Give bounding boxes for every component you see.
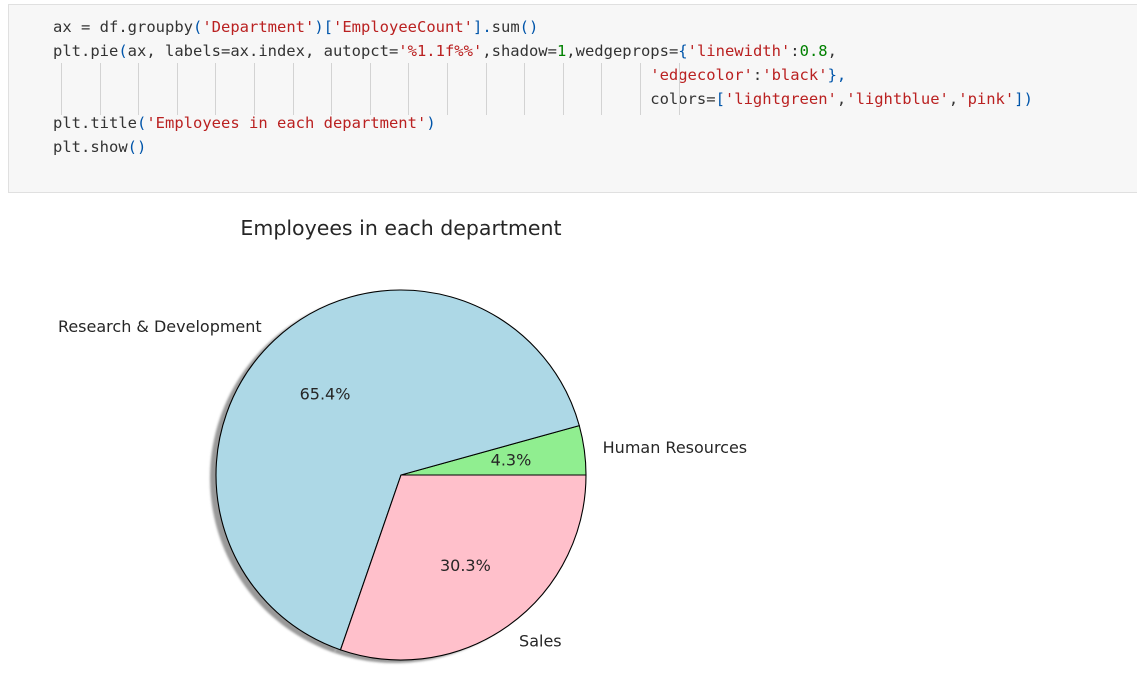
pie-percent-label: 30.3%	[440, 556, 491, 575]
indent-guide	[485, 63, 487, 115]
indent-guide	[138, 63, 140, 115]
code-editor[interactable]: ax = df.groupby('Department')['EmployeeC…	[53, 15, 1033, 159]
code-token: ,shadow=	[482, 42, 557, 60]
code-token: '%1.1f%%'	[398, 42, 483, 60]
chart-title: Employees in each department	[240, 216, 561, 240]
code-line: ax = df.groupby('Department')['EmployeeC…	[53, 15, 1033, 39]
code-line: plt.show()	[53, 135, 1033, 159]
code-token: df.groupby	[99, 18, 193, 36]
indent-guide	[215, 63, 217, 115]
code-token: 'linewidth'	[687, 42, 791, 60]
code-token: 'lightgreen'	[724, 90, 837, 108]
code-token: {	[678, 42, 688, 60]
indent-guide	[447, 63, 448, 115]
code-token: ].	[472, 18, 492, 36]
code-token: =	[81, 18, 100, 36]
code-line: plt.pie(ax, labels=ax.index, autopct='%1…	[53, 39, 1033, 63]
output-area: Employees in each department 4.3% Human R…	[0, 193, 1137, 675]
code-token: (	[193, 18, 203, 36]
code-token: plt.pie	[53, 42, 119, 60]
code-token: [	[715, 90, 725, 108]
indent-guide	[254, 63, 255, 115]
code-token: 'EmployeeCount'	[333, 18, 473, 36]
code-token: (	[118, 42, 128, 60]
code-token: ()	[519, 18, 539, 36]
indent-guide	[176, 63, 178, 115]
indent-guide	[292, 63, 294, 115]
code-token: 'black'	[762, 66, 828, 84]
indent-guide	[562, 63, 564, 115]
code-token: ax	[53, 18, 81, 36]
code-token: ax, labels=ax.index, autopct=	[127, 42, 399, 60]
code-token: ,	[836, 90, 847, 108]
code-token: 'lightblue'	[846, 90, 949, 108]
code-line: 'edgecolor':'black'},	[53, 63, 1033, 87]
code-token: plt.title	[53, 114, 137, 132]
pie-category-label: Sales	[519, 631, 562, 650]
code-cell[interactable]: ax = df.groupby('Department')['EmployeeC…	[8, 4, 1137, 193]
code-token: 0.8	[799, 42, 828, 60]
code-token: :	[790, 42, 800, 60]
code-token: )[	[314, 18, 333, 36]
pie-percent-label: 65.4%	[300, 385, 351, 404]
code-token: ])	[1014, 90, 1033, 108]
code-token: sum	[491, 18, 520, 36]
code-token: )	[426, 114, 436, 132]
code-token: 1	[556, 42, 567, 60]
pie-category-label: Research & Development	[58, 317, 262, 336]
code-token: ,wedgeprops=	[566, 42, 679, 60]
code-token: ,	[948, 90, 959, 108]
code-token: 'edgecolor'	[53, 66, 753, 84]
indent-guide	[408, 63, 410, 115]
code-token: (	[137, 114, 147, 132]
code-token: ,	[827, 42, 837, 60]
indent-guide	[61, 63, 62, 115]
indent-guide	[640, 63, 641, 115]
code-token: },	[827, 66, 847, 84]
pie-percent-label: 4.3%	[491, 451, 532, 470]
indent-guide	[678, 63, 680, 115]
code-token: :	[752, 66, 763, 84]
pie-chart: Employees in each department 4.3% Human R…	[58, 216, 748, 663]
code-line: plt.title('Employees in each department'…	[53, 111, 1033, 135]
code-token: colors=	[53, 90, 716, 108]
indent-guide	[331, 63, 333, 115]
indent-guide	[369, 63, 371, 115]
pie-category-label: Human Resources	[603, 438, 748, 457]
pie-slices	[215, 289, 587, 661]
code-token: 'Department'	[202, 18, 315, 36]
indent-guide	[99, 63, 101, 115]
code-token: ()	[127, 138, 147, 156]
code-line: colors=['lightgreen','lightblue','pink']…	[53, 87, 1033, 111]
indent-guide	[601, 63, 603, 115]
code-token: plt.show	[53, 138, 128, 156]
indent-guide	[524, 63, 526, 115]
code-token: 'Employees in each department'	[146, 114, 427, 132]
code-token: 'pink'	[958, 90, 1015, 108]
